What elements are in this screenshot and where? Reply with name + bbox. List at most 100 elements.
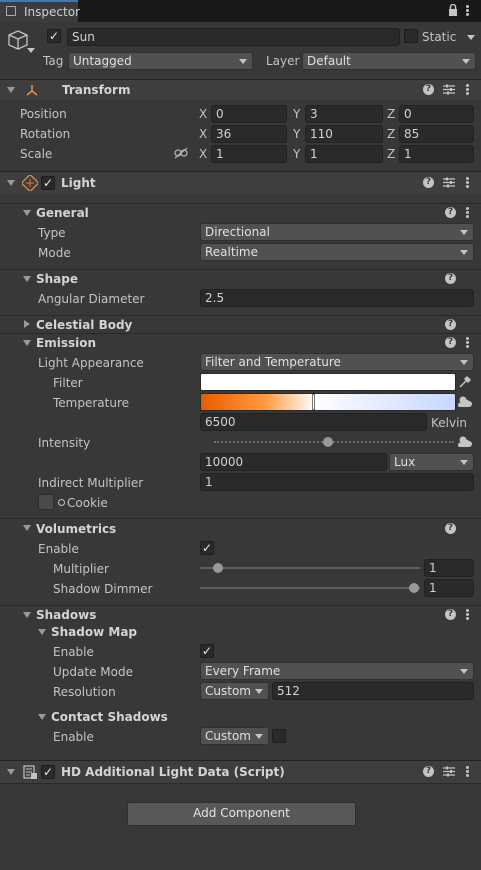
object-name-field[interactable]: Sun xyxy=(67,28,400,46)
intensity-unit-dropdown[interactable]: Lux xyxy=(389,453,474,471)
light-appearance-dropdown[interactable]: Filter and Temperature xyxy=(200,353,474,371)
rotation-y-field[interactable]: 110 xyxy=(305,125,383,143)
position-y-axis[interactable]: Y xyxy=(293,106,300,122)
emission-foldout[interactable] xyxy=(23,340,31,346)
shadow-dimmer-field[interactable]: 1 xyxy=(424,579,474,597)
volumetrics-enable-checkbox[interactable]: ✓ xyxy=(200,541,214,555)
chevron-down-icon xyxy=(460,230,468,235)
preset-icon[interactable] xyxy=(443,177,455,188)
weather-icon[interactable] xyxy=(456,394,474,410)
light-enabled-checkbox[interactable]: ✓ xyxy=(41,176,55,190)
shadow-dimmer-slider[interactable] xyxy=(200,579,420,597)
light-foldout[interactable] xyxy=(7,180,15,186)
intensity-slider[interactable] xyxy=(200,432,456,452)
help-icon[interactable]: ? xyxy=(423,766,434,777)
multiplier-field[interactable]: 1 xyxy=(424,559,474,577)
temperature-field[interactable]: 6500 xyxy=(200,413,427,431)
add-component-button[interactable]: Add Component xyxy=(127,802,356,826)
celestial-foldout[interactable] xyxy=(24,320,30,328)
shape-foldout[interactable] xyxy=(23,276,31,282)
hd-light-data-enabled-checkbox[interactable]: ✓ xyxy=(41,765,55,779)
mode-dropdown[interactable]: Realtime xyxy=(200,243,474,261)
help-icon[interactable]: ? xyxy=(445,207,456,218)
light-appearance-label: Light Appearance xyxy=(38,356,144,370)
angular-diameter-field[interactable]: 2.5 xyxy=(200,289,474,307)
general-foldout[interactable] xyxy=(23,210,31,216)
kebab-menu-icon[interactable] xyxy=(466,337,469,348)
transform-foldout[interactable] xyxy=(7,87,15,93)
scale-y-axis[interactable]: Y xyxy=(293,146,300,162)
rotation-z-field[interactable]: 85 xyxy=(399,125,474,143)
intensity-slider-thumb[interactable] xyxy=(323,437,333,447)
intensity-field[interactable]: 10000 xyxy=(200,453,387,471)
scale-y-field[interactable]: 1 xyxy=(305,145,383,163)
temperature-gradient-slider[interactable] xyxy=(200,393,456,411)
help-icon[interactable]: ? xyxy=(423,177,434,188)
weather-icon[interactable] xyxy=(456,434,474,450)
gameobject-icon-dropdown[interactable] xyxy=(27,48,35,53)
volumetrics-foldout[interactable] xyxy=(23,525,31,531)
rotation-z-axis[interactable]: Z xyxy=(387,126,395,142)
chevron-down-icon xyxy=(460,460,468,465)
position-z-field[interactable]: 0 xyxy=(399,105,474,123)
resolution-field[interactable]: 512 xyxy=(272,682,474,700)
contact-preset-dropdown[interactable]: Custom xyxy=(200,727,269,745)
kebab-menu-icon[interactable] xyxy=(466,766,469,777)
link-icon[interactable] xyxy=(174,147,188,159)
help-icon[interactable]: ? xyxy=(423,84,434,95)
eyedropper-icon[interactable] xyxy=(458,375,472,389)
multiplier-slider-thumb[interactable] xyxy=(213,563,223,573)
scale-x-field[interactable]: 1 xyxy=(211,145,287,163)
shadow-enable-label: Enable xyxy=(53,645,94,659)
inspector-tab[interactable]: Inspector xyxy=(0,0,80,22)
kebab-menu-icon[interactable] xyxy=(466,207,469,218)
type-dropdown[interactable]: Directional xyxy=(200,223,474,241)
scale-z-field[interactable]: 1 xyxy=(399,145,474,163)
scale-z-axis[interactable]: Z xyxy=(387,146,395,162)
shadow-dimmer-slider-thumb[interactable] xyxy=(409,583,419,593)
kebab-menu-icon[interactable] xyxy=(466,84,469,95)
active-checkbox[interactable]: ✓ xyxy=(47,29,61,43)
position-x-axis[interactable]: X xyxy=(199,106,207,122)
light-icon xyxy=(22,175,38,191)
filter-color-swatch[interactable] xyxy=(200,373,456,391)
multiplier-slider[interactable] xyxy=(200,559,420,577)
update-mode-label: Update Mode xyxy=(53,665,133,679)
temperature-slider-thumb[interactable] xyxy=(312,394,315,410)
tab-menu-icon[interactable] xyxy=(466,5,469,16)
rotation-x-axis[interactable]: X xyxy=(199,126,207,142)
lock-icon[interactable] xyxy=(448,4,458,16)
shadow-map-foldout[interactable] xyxy=(38,629,46,635)
layer-dropdown[interactable]: Default xyxy=(302,52,476,70)
shadows-foldout[interactable] xyxy=(23,612,31,618)
help-icon[interactable]: ? xyxy=(445,523,456,534)
resolution-preset-dropdown[interactable]: Custom xyxy=(200,682,269,700)
preset-icon[interactable] xyxy=(443,84,455,95)
indirect-multiplier-field[interactable]: 1 xyxy=(200,473,474,491)
kebab-menu-icon[interactable] xyxy=(466,177,469,188)
update-mode-dropdown[interactable]: Every Frame xyxy=(200,662,474,680)
position-y-field[interactable]: 3 xyxy=(305,105,383,123)
volumetrics-enable-label: Enable xyxy=(38,542,79,556)
cookie-texture-slot[interactable] xyxy=(38,494,54,510)
rotation-y-axis[interactable]: Y xyxy=(293,126,300,142)
cookie-object-icon xyxy=(58,499,65,506)
position-x-field[interactable]: 0 xyxy=(211,105,287,123)
emission-title: Emission xyxy=(36,336,96,350)
help-icon[interactable]: ? xyxy=(445,337,456,348)
scale-x-axis[interactable]: X xyxy=(199,146,207,162)
help-icon[interactable]: ? xyxy=(445,319,456,330)
static-checkbox[interactable] xyxy=(404,29,418,43)
position-z-axis[interactable]: Z xyxy=(387,106,395,122)
help-icon[interactable]: ? xyxy=(445,273,456,284)
preset-icon[interactable] xyxy=(443,766,455,777)
help-icon[interactable]: ? xyxy=(445,609,456,620)
shadow-enable-checkbox[interactable]: ✓ xyxy=(200,644,214,658)
contact-enable-checkbox[interactable] xyxy=(272,729,286,743)
contact-shadows-foldout[interactable] xyxy=(38,714,46,720)
kebab-menu-icon[interactable] xyxy=(466,609,469,620)
tag-dropdown[interactable]: Untagged xyxy=(68,52,253,70)
static-dropdown-arrow[interactable] xyxy=(467,35,475,40)
rotation-x-field[interactable]: 36 xyxy=(211,125,287,143)
hd-light-data-foldout[interactable] xyxy=(7,769,15,775)
